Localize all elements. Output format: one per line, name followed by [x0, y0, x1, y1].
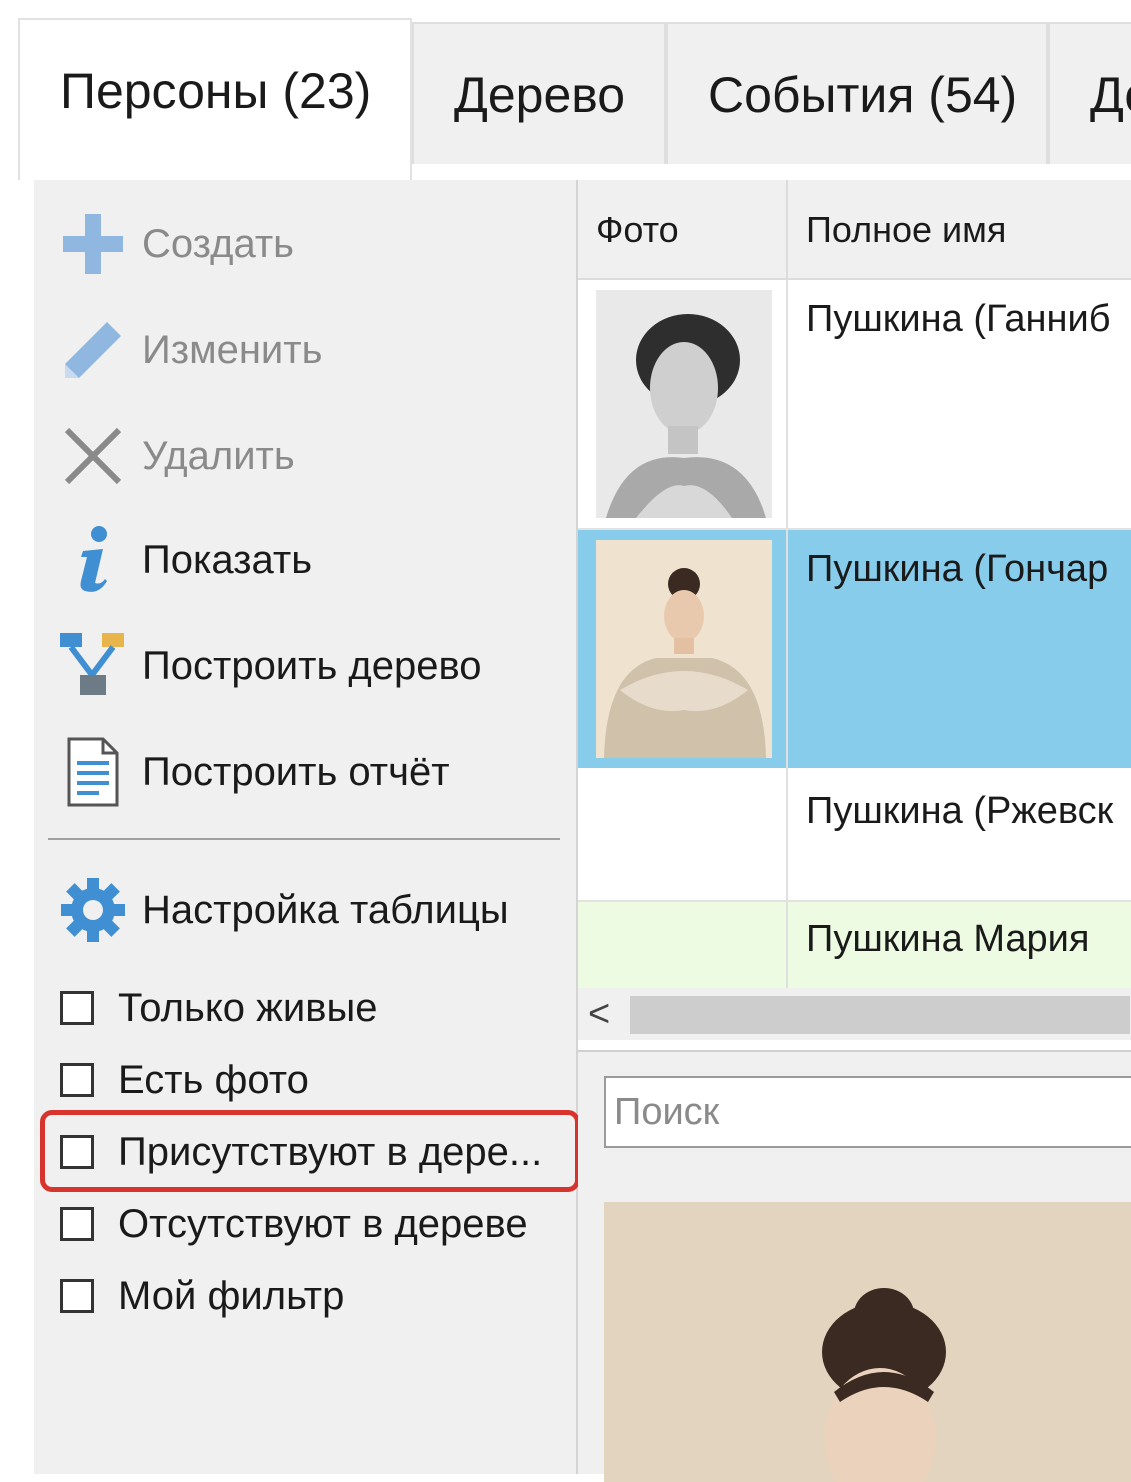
filter-only-alive-label: Только живые: [118, 985, 378, 1030]
table-row-selected[interactable]: Пушкина (Гончар: [578, 530, 1131, 768]
table-row[interactable]: Пушкина Мария: [578, 902, 1131, 988]
tab-tree[interactable]: Дерево: [412, 22, 666, 164]
horizontal-scrollbar[interactable]: <: [578, 988, 1131, 1040]
column-header-photo[interactable]: Фото: [578, 180, 788, 280]
column-separator: [786, 768, 788, 900]
checkbox-only-alive[interactable]: [60, 991, 94, 1025]
tab-events[interactable]: События (54): [666, 22, 1048, 164]
full-name-cell: Пушкина (Гончар: [806, 548, 1109, 590]
filter-has-photo[interactable]: Есть фото: [60, 1048, 309, 1112]
create-button[interactable]: Создать: [58, 204, 558, 284]
build-tree-label: Построить дерево: [142, 643, 482, 688]
edit-label: Изменить: [142, 327, 323, 372]
column-separator: [786, 530, 788, 768]
build-report-label: Построить отчёт: [142, 749, 450, 794]
tab-documents[interactable]: Документы: [1048, 22, 1131, 164]
full-name-cell: Пушкина Мария: [806, 918, 1090, 960]
highlight-frame: [40, 1110, 580, 1192]
actions-panel: Создать Изменить Удалить Показать Постро…: [34, 180, 578, 1474]
gear-icon: [58, 875, 128, 945]
build-report-button[interactable]: Построить отчёт: [58, 732, 558, 812]
checkbox-my-filter[interactable]: [60, 1279, 94, 1313]
column-separator: [786, 280, 788, 528]
show-button[interactable]: Показать: [58, 520, 558, 600]
tab-strip: Персоны (23) Дерево События (54) Докумен…: [0, 0, 1131, 180]
build-tree-button[interactable]: Построить дерево: [58, 626, 558, 706]
tab-persons[interactable]: Персоны (23): [18, 18, 412, 180]
filter-my-filter-label: Мой фильтр: [118, 1273, 345, 1318]
scroll-left-icon[interactable]: <: [588, 988, 610, 1040]
column-separator: [786, 902, 788, 988]
tree-icon: [58, 631, 128, 701]
filter-my-filter[interactable]: Мой фильтр: [60, 1264, 344, 1328]
table-settings-label: Настройка таблицы: [142, 887, 509, 932]
full-name-cell: Пушкина (Ганниб: [806, 298, 1111, 340]
filter-absent-in-tree-label: Отсутствуют в дереве: [118, 1201, 528, 1246]
persons-table: Фото Полное имя Пушкина (Ганниб Пушкина …: [578, 180, 1131, 1050]
delete-button[interactable]: Удалить: [58, 416, 558, 496]
search-preview-area: [578, 1050, 1131, 1482]
table-row[interactable]: Пушкина (Ржевск: [578, 768, 1131, 902]
checkbox-has-photo[interactable]: [60, 1063, 94, 1097]
delete-label: Удалить: [142, 433, 295, 478]
plus-icon: [58, 209, 128, 279]
filter-absent-in-tree[interactable]: Отсутствуют в дереве: [60, 1192, 528, 1256]
person-photo: [596, 290, 772, 518]
create-label: Создать: [142, 221, 295, 266]
report-document-icon: [58, 737, 128, 807]
portrait-preview: [604, 1202, 1131, 1482]
filter-only-alive[interactable]: Только живые: [60, 976, 378, 1040]
scrollbar-thumb[interactable]: [630, 996, 1130, 1034]
edit-button[interactable]: Изменить: [58, 310, 558, 390]
panel-divider: [48, 838, 560, 840]
filter-has-photo-label: Есть фото: [118, 1057, 309, 1102]
pencil-icon: [58, 315, 128, 385]
column-header-full-name[interactable]: Полное имя: [788, 180, 1131, 280]
show-label: Показать: [142, 537, 313, 582]
person-photo: [596, 540, 772, 758]
delete-x-icon: [58, 421, 128, 491]
search-input[interactable]: [604, 1076, 1131, 1148]
table-row[interactable]: Пушкина (Ганниб: [578, 280, 1131, 530]
table-settings-button[interactable]: Настройка таблицы: [58, 870, 558, 950]
checkbox-absent-in-tree[interactable]: [60, 1207, 94, 1241]
full-name-cell: Пушкина (Ржевск: [806, 790, 1114, 832]
info-icon: [58, 525, 128, 595]
